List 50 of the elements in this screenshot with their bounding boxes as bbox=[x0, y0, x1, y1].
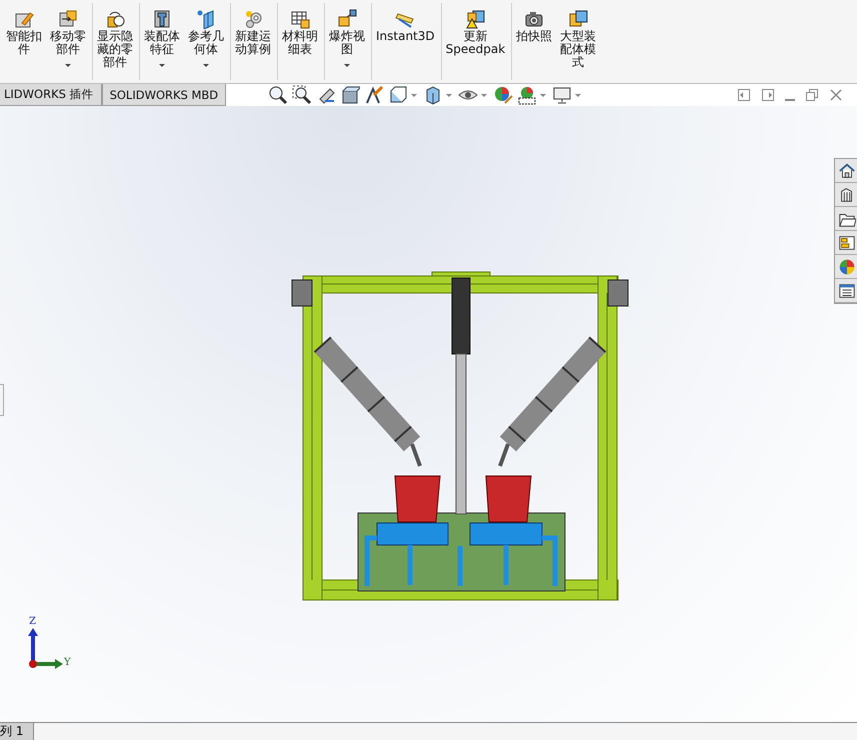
appearance-ball-icon bbox=[838, 258, 856, 276]
window-button[interactable] bbox=[761, 88, 775, 102]
layout-icon bbox=[838, 234, 856, 252]
window-button[interactable] bbox=[805, 88, 819, 102]
list-icon bbox=[838, 282, 856, 300]
camera-icon bbox=[524, 9, 544, 29]
caret-icon bbox=[540, 94, 546, 96]
toolbar-button[interactable]: 材料明细表 bbox=[278, 3, 325, 80]
toolbar-button[interactable]: 爆炸视图 bbox=[325, 3, 372, 80]
zoom-to-fit-icon bbox=[268, 85, 288, 105]
gears-icon bbox=[243, 9, 263, 29]
tile-right-icon bbox=[761, 88, 775, 102]
table-icon bbox=[290, 9, 310, 29]
caret-icon bbox=[481, 94, 488, 96]
caret-icon bbox=[344, 64, 350, 67]
window-button[interactable] bbox=[829, 88, 843, 102]
warning-part-icon bbox=[465, 9, 486, 29]
toolbar-button[interactable]: Instant3D bbox=[372, 3, 442, 80]
toolbar-button[interactable]: 大型装配体模式 bbox=[556, 0, 600, 80]
tile-left-icon bbox=[737, 88, 751, 102]
origin-icon bbox=[29, 660, 37, 668]
caret-icon bbox=[446, 94, 452, 96]
toolbar-button[interactable]: 装配体特征 bbox=[140, 0, 184, 80]
restore-icon bbox=[805, 88, 819, 102]
tab[interactable]: LIDWORKS 插件 bbox=[0, 84, 102, 106]
tab[interactable]: 列 1 bbox=[0, 723, 34, 740]
move-component-icon bbox=[58, 9, 78, 29]
exploded-part-icon bbox=[337, 9, 357, 29]
reference-plane-icon bbox=[196, 9, 216, 29]
caret-icon bbox=[159, 64, 165, 67]
tab[interactable]: SOLIDWORKS MBD bbox=[102, 84, 226, 106]
caret-icon bbox=[575, 94, 582, 96]
close-icon bbox=[829, 88, 843, 102]
monitor-icon bbox=[552, 85, 572, 105]
caret-icon bbox=[411, 94, 418, 96]
toolbar-button[interactable]: 移动零部件 bbox=[46, 3, 93, 80]
appearance-icon bbox=[493, 85, 514, 105]
window-button[interactable] bbox=[737, 88, 751, 102]
toolbar-button[interactable]: 参考几何体 bbox=[184, 3, 231, 80]
toolbar-button[interactable]: 显示隐藏的零部件 bbox=[93, 3, 140, 80]
caret-icon bbox=[65, 64, 71, 67]
caret-icon bbox=[203, 64, 209, 67]
minimize-icon bbox=[785, 98, 795, 102]
axis-label: Y bbox=[64, 657, 71, 668]
toolbar-button[interactable]: 更新 Speedpak bbox=[442, 3, 512, 80]
axis-label: Z bbox=[29, 616, 36, 627]
toolbar-button[interactable]: 新建运动算例 bbox=[231, 3, 278, 80]
home-icon bbox=[838, 162, 856, 180]
toolbar-button[interactable]: 智能扣件 bbox=[2, 0, 46, 80]
toolbar-button[interactable]: 拍快照 bbox=[512, 0, 556, 80]
